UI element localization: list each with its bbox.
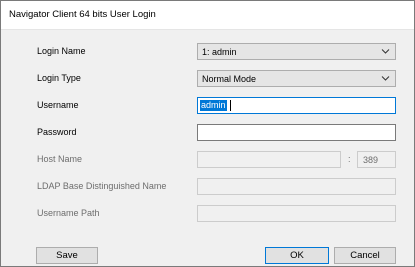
chevron-down-icon bbox=[381, 76, 390, 81]
port-input[interactable]: 389 bbox=[357, 151, 396, 168]
ldap-base-dn-input[interactable] bbox=[197, 178, 396, 195]
password-label: Password bbox=[37, 127, 77, 137]
password-input[interactable] bbox=[197, 124, 396, 141]
username-label: Username bbox=[37, 100, 79, 110]
chevron-down-icon bbox=[381, 49, 390, 54]
login-name-select[interactable]: 1: admin bbox=[197, 43, 396, 60]
ok-button[interactable]: OK bbox=[265, 247, 329, 264]
ldap-base-dn-label: LDAP Base Distinguished Name bbox=[37, 181, 167, 191]
login-type-select[interactable]: Normal Mode bbox=[197, 70, 396, 87]
username-input[interactable]: admin bbox=[197, 97, 396, 114]
username-path-label: Username Path bbox=[37, 208, 100, 218]
username-value: admin bbox=[200, 100, 227, 111]
title-bar: Navigator Client 64 bits User Login bbox=[1, 1, 414, 30]
save-button[interactable]: Save bbox=[36, 247, 98, 264]
host-name-input[interactable] bbox=[197, 151, 341, 168]
text-caret bbox=[230, 100, 231, 111]
username-path-input[interactable] bbox=[197, 205, 396, 222]
login-type-value: Normal Mode bbox=[202, 74, 257, 84]
login-type-label: Login Type bbox=[37, 73, 81, 83]
login-name-value: 1: admin bbox=[202, 47, 237, 57]
host-name-label: Host Name bbox=[37, 154, 83, 164]
login-name-label: Login Name bbox=[37, 46, 86, 56]
login-dialog: Navigator Client 64 bits User Login Logi… bbox=[0, 0, 415, 267]
port-value: 389 bbox=[363, 155, 379, 165]
cancel-button[interactable]: Cancel bbox=[334, 247, 396, 264]
port-separator: : bbox=[348, 154, 351, 164]
window-title: Navigator Client 64 bits User Login bbox=[9, 9, 156, 20]
